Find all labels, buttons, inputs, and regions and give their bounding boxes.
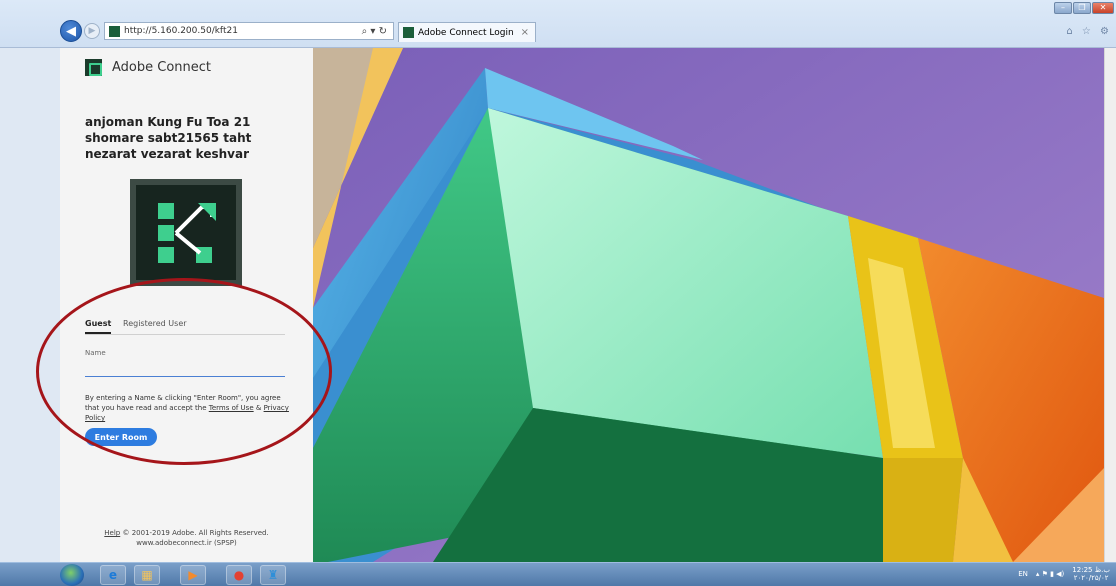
copyright-text: © 2001-2019 Adobe. All Rights Reserved. xyxy=(122,529,269,537)
close-window-button[interactable]: ✕ xyxy=(1092,2,1114,14)
forward-button[interactable]: ▶ xyxy=(84,23,100,39)
tab-favicon-icon xyxy=(403,27,414,38)
clock-date: ۲۰۲۰/۲۵/۰۲ xyxy=(1073,574,1109,582)
help-link[interactable]: Help xyxy=(104,529,120,537)
network-app-icon[interactable]: ♜ xyxy=(260,565,286,585)
room-title: anjoman Kung Fu Toa 21 shomare sabt21565… xyxy=(85,115,252,161)
start-button[interactable] xyxy=(60,564,84,586)
tab-adobe-connect-login[interactable]: Adobe Connect Login × xyxy=(398,22,536,42)
taskbar: e ▦ ▶ ● ♜ EN ▴ ⚑ ▮ ◀) 12:25 ب.ظ ۲۰۲۰/۲۵/… xyxy=(0,562,1116,586)
file-explorer-icon[interactable]: ▦ xyxy=(134,565,160,585)
tab-title: Adobe Connect Login xyxy=(418,27,514,38)
system-tray: EN ▴ ⚑ ▮ ◀) 12:25 ب.ظ ۲۰۲۰/۲۵/۰۲ xyxy=(1018,566,1110,582)
chrome-icon[interactable]: ● xyxy=(226,565,252,585)
back-arrow-icon: ◀ xyxy=(66,23,76,39)
internet-explorer-icon[interactable]: e xyxy=(100,565,126,585)
browser-chrome: ◀ ▶ http://5.160.200.50/kft21 ⌕ ▾ ↻ Adob… xyxy=(0,0,1116,48)
room-logo xyxy=(130,179,242,286)
media-player-icon[interactable]: ▶ xyxy=(180,565,206,585)
address-bar[interactable]: http://5.160.200.50/kft21 ⌕ ▾ ↻ xyxy=(104,22,394,40)
background-artwork xyxy=(313,48,1104,562)
forward-arrow-icon: ▶ xyxy=(88,26,96,36)
panel-footer: Help © 2001-2019 Adobe. All Rights Reser… xyxy=(60,528,313,548)
tab-close-icon[interactable]: × xyxy=(521,27,535,38)
window-controls: – ❐ ✕ xyxy=(1054,2,1114,14)
clock-time: 12:25 ب.ظ xyxy=(1072,566,1110,574)
vertical-scrollbar[interactable] xyxy=(1104,48,1116,562)
adobe-connect-logo-icon xyxy=(85,59,102,76)
maximize-button[interactable]: ❐ xyxy=(1073,2,1091,14)
annotation-circle xyxy=(36,278,332,465)
adobe-connect-room-icon xyxy=(158,203,216,263)
brand-name: Adobe Connect xyxy=(112,60,212,75)
back-button[interactable]: ◀ xyxy=(60,20,82,42)
site-favicon-icon xyxy=(109,25,120,37)
address-url[interactable]: http://5.160.200.50/kft21 xyxy=(124,26,362,36)
brand-header: Adobe Connect xyxy=(85,59,211,76)
search-refresh-icons[interactable]: ⌕ ▾ ↻ xyxy=(362,26,393,37)
site-text: www.adobeconnect.ir (SPSP) xyxy=(136,539,237,547)
home-favorites-settings-icons[interactable]: ⌂ ☆ ⚙ xyxy=(1066,26,1112,37)
minimize-button[interactable]: – xyxy=(1054,2,1072,14)
clock[interactable]: 12:25 ب.ظ ۲۰۲۰/۲۵/۰۲ xyxy=(1072,566,1110,582)
language-indicator[interactable]: EN xyxy=(1018,570,1028,578)
tray-icons[interactable]: ▴ ⚑ ▮ ◀) xyxy=(1036,570,1064,578)
